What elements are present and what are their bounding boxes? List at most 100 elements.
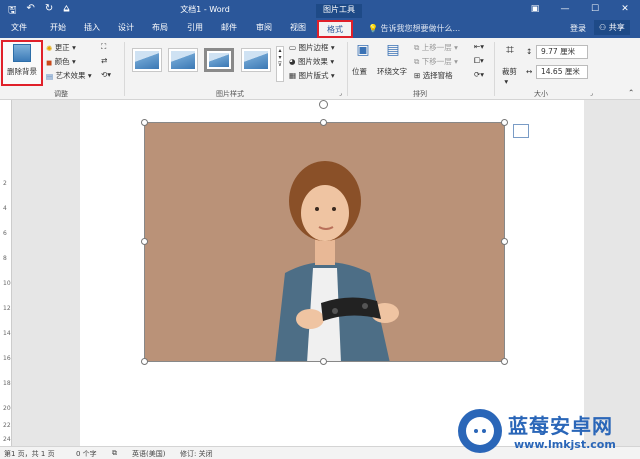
resize-handle-right[interactable] bbox=[501, 238, 508, 245]
tab-home[interactable]: 开始 bbox=[50, 22, 66, 33]
dialog-launcher-icon[interactable]: ⌟ bbox=[339, 90, 342, 97]
title-bar: 🖫 ↶ ↻ ⩠ 文档1 - Word 图片工具 ▣ — ☐ ✕ bbox=[0, 0, 640, 18]
collapse-ribbon-icon[interactable]: ⌃ bbox=[628, 88, 634, 97]
ruler-tick: 4 bbox=[3, 205, 7, 212]
arrange-group-label: 排列 bbox=[413, 90, 427, 98]
selection-pane-button[interactable]: ⊞ 选择窗格 bbox=[414, 70, 453, 81]
border-icon: ▭ bbox=[289, 43, 297, 52]
effects-icon: ◕ bbox=[289, 57, 296, 66]
send-backward-button[interactable]: ⧉ 下移一层 ▾ bbox=[414, 56, 458, 67]
tab-file[interactable]: 文件 bbox=[11, 22, 27, 33]
window-controls: ▣ — ☐ ✕ bbox=[520, 0, 640, 18]
picture-layout-label: 图片版式 bbox=[298, 71, 329, 80]
track-changes[interactable]: 修订: 关闭 bbox=[180, 449, 213, 459]
height-input[interactable]: 9.77 厘米 bbox=[536, 45, 588, 59]
watermark: 蓝莓安卓网 www.lmkjst.com bbox=[456, 404, 640, 459]
layout-options-icon[interactable] bbox=[513, 124, 529, 138]
watermark-url: www.lmkjst.com bbox=[514, 438, 616, 451]
boy-with-controller-image bbox=[145, 123, 504, 361]
color-button[interactable]: ◼ 颜色 ▾ bbox=[46, 56, 76, 67]
ruler-tick: 18 bbox=[3, 380, 11, 387]
change-picture-icon[interactable]: ⇄ bbox=[101, 56, 107, 65]
page-count[interactable]: 第1 页，共 1 页 bbox=[4, 449, 55, 459]
login-link[interactable]: 登录 bbox=[570, 23, 586, 34]
picture-style-4[interactable] bbox=[241, 48, 271, 72]
position-icon[interactable]: ▣ bbox=[353, 42, 373, 58]
picture-layout-button[interactable]: ▦ 图片版式 ▾ bbox=[289, 70, 335, 81]
resize-handle-top[interactable] bbox=[320, 119, 327, 126]
tab-review[interactable]: 审阅 bbox=[256, 22, 272, 33]
rotate-icon[interactable]: ⟳▾ bbox=[474, 70, 484, 79]
resize-handle-top-left[interactable] bbox=[141, 119, 148, 126]
resize-handle-bottom-left[interactable] bbox=[141, 358, 148, 365]
rotate-handle-icon[interactable] bbox=[319, 100, 328, 109]
person-icon: ⚇ bbox=[599, 23, 609, 32]
group-icon[interactable]: ⧠▾ bbox=[474, 56, 484, 66]
align-icon[interactable]: ⇤▾ bbox=[474, 42, 484, 51]
resize-handle-bottom-right[interactable] bbox=[501, 358, 508, 365]
separator bbox=[494, 42, 495, 96]
maximize-icon[interactable]: ☐ bbox=[580, 0, 610, 18]
picture-effects-label: 图片效果 bbox=[297, 57, 328, 66]
tab-view[interactable]: 视图 bbox=[290, 22, 306, 33]
bring-forward-icon: ⧉ bbox=[414, 43, 420, 52]
tell-me-label: 告诉我您想要做什么... bbox=[380, 24, 461, 33]
picture-effects-button[interactable]: ◕ 图片效果 ▾ bbox=[289, 56, 334, 67]
picture-style-3[interactable] bbox=[204, 48, 234, 72]
proofing-icon[interactable]: ⧉ bbox=[112, 449, 117, 458]
tab-format[interactable]: 格式 bbox=[317, 20, 353, 38]
tab-references[interactable]: 引用 bbox=[187, 22, 203, 33]
tab-mailings[interactable]: 邮件 bbox=[221, 22, 237, 33]
selected-photo[interactable] bbox=[144, 122, 505, 362]
artistic-icon: ▤ bbox=[46, 71, 54, 81]
crop-icon[interactable]: ⌗ bbox=[500, 42, 520, 58]
selection-pane-icon: ⊞ bbox=[414, 71, 421, 80]
document-title: 文档1 - Word bbox=[180, 5, 230, 14]
picture-border-button[interactable]: ▭ 图片边框 ▾ bbox=[289, 42, 335, 53]
ribbon-tabs: 文件 开始 插入 设计 布局 引用 邮件 审阅 视图 格式 💡 告诉我您想要做什… bbox=[0, 18, 640, 38]
artistic-label: 艺术效果 bbox=[55, 71, 86, 80]
crop-button[interactable]: 裁剪 ▾ bbox=[502, 66, 517, 86]
language[interactable]: 英语(美国) bbox=[132, 449, 165, 459]
vertical-ruler: 2 4 6 8 10 12 14 16 18 20 22 24 bbox=[0, 100, 12, 446]
tab-insert[interactable]: 插入 bbox=[84, 22, 100, 33]
resize-handle-top-right[interactable] bbox=[501, 119, 508, 126]
styles-gallery-scroll[interactable]: ▴ ▾ ⊽ bbox=[276, 46, 284, 82]
bring-forward-button[interactable]: ⧉ 上移一层 ▾ bbox=[414, 42, 458, 53]
minimize-icon[interactable]: — bbox=[550, 0, 580, 18]
layout-icon: ▦ bbox=[289, 71, 297, 80]
remove-background-button[interactable]: 删除背景 bbox=[1, 40, 43, 86]
share-button[interactable]: ⚇ 共享 bbox=[594, 20, 630, 35]
size-dialog-launcher-icon[interactable]: ⌟ bbox=[590, 90, 593, 97]
corrections-button[interactable]: ✺ 更正 ▾ bbox=[46, 42, 76, 53]
resize-handle-bottom[interactable] bbox=[320, 358, 327, 365]
sun-icon: ✺ bbox=[46, 43, 53, 53]
position-button[interactable]: 位置 bbox=[352, 66, 367, 77]
wrap-text-icon[interactable]: ▤ bbox=[383, 42, 403, 58]
ruler-tick: 6 bbox=[3, 230, 7, 237]
picture-style-2[interactable] bbox=[168, 48, 198, 72]
ruler-tick: 20 bbox=[3, 405, 11, 412]
wrap-text-button[interactable]: 环绕文字 bbox=[377, 66, 407, 77]
picture-style-1[interactable] bbox=[132, 48, 162, 72]
remove-background-label: 删除背景 bbox=[7, 67, 37, 76]
reset-picture-icon[interactable]: ⟲▾ bbox=[101, 70, 111, 79]
selection-pane-label: 选择窗格 bbox=[422, 71, 453, 80]
palette-icon: ◼ bbox=[46, 57, 53, 67]
ruler-tick: 8 bbox=[3, 255, 7, 262]
remove-background-icon bbox=[13, 44, 31, 62]
tell-me-search[interactable]: 💡 告诉我您想要做什么... bbox=[368, 23, 460, 34]
separator bbox=[347, 42, 348, 96]
ribbon-display-icon[interactable]: ▣ bbox=[520, 0, 550, 18]
word-count[interactable]: 0 个字 bbox=[76, 449, 97, 459]
ruler-tick: 24 bbox=[3, 436, 11, 443]
resize-handle-left[interactable] bbox=[141, 238, 148, 245]
artistic-effects-button[interactable]: ▤ 艺术效果 ▾ bbox=[46, 70, 92, 81]
width-input[interactable]: 14.65 厘米 bbox=[536, 65, 588, 79]
lightbulb-icon: 💡 bbox=[368, 24, 381, 33]
close-icon[interactable]: ✕ bbox=[610, 0, 640, 18]
tab-layout[interactable]: 布局 bbox=[152, 22, 168, 33]
width-icon: ↔ bbox=[526, 67, 533, 76]
compress-icon[interactable]: ⛶ bbox=[101, 42, 106, 52]
tab-design[interactable]: 设计 bbox=[118, 22, 134, 33]
